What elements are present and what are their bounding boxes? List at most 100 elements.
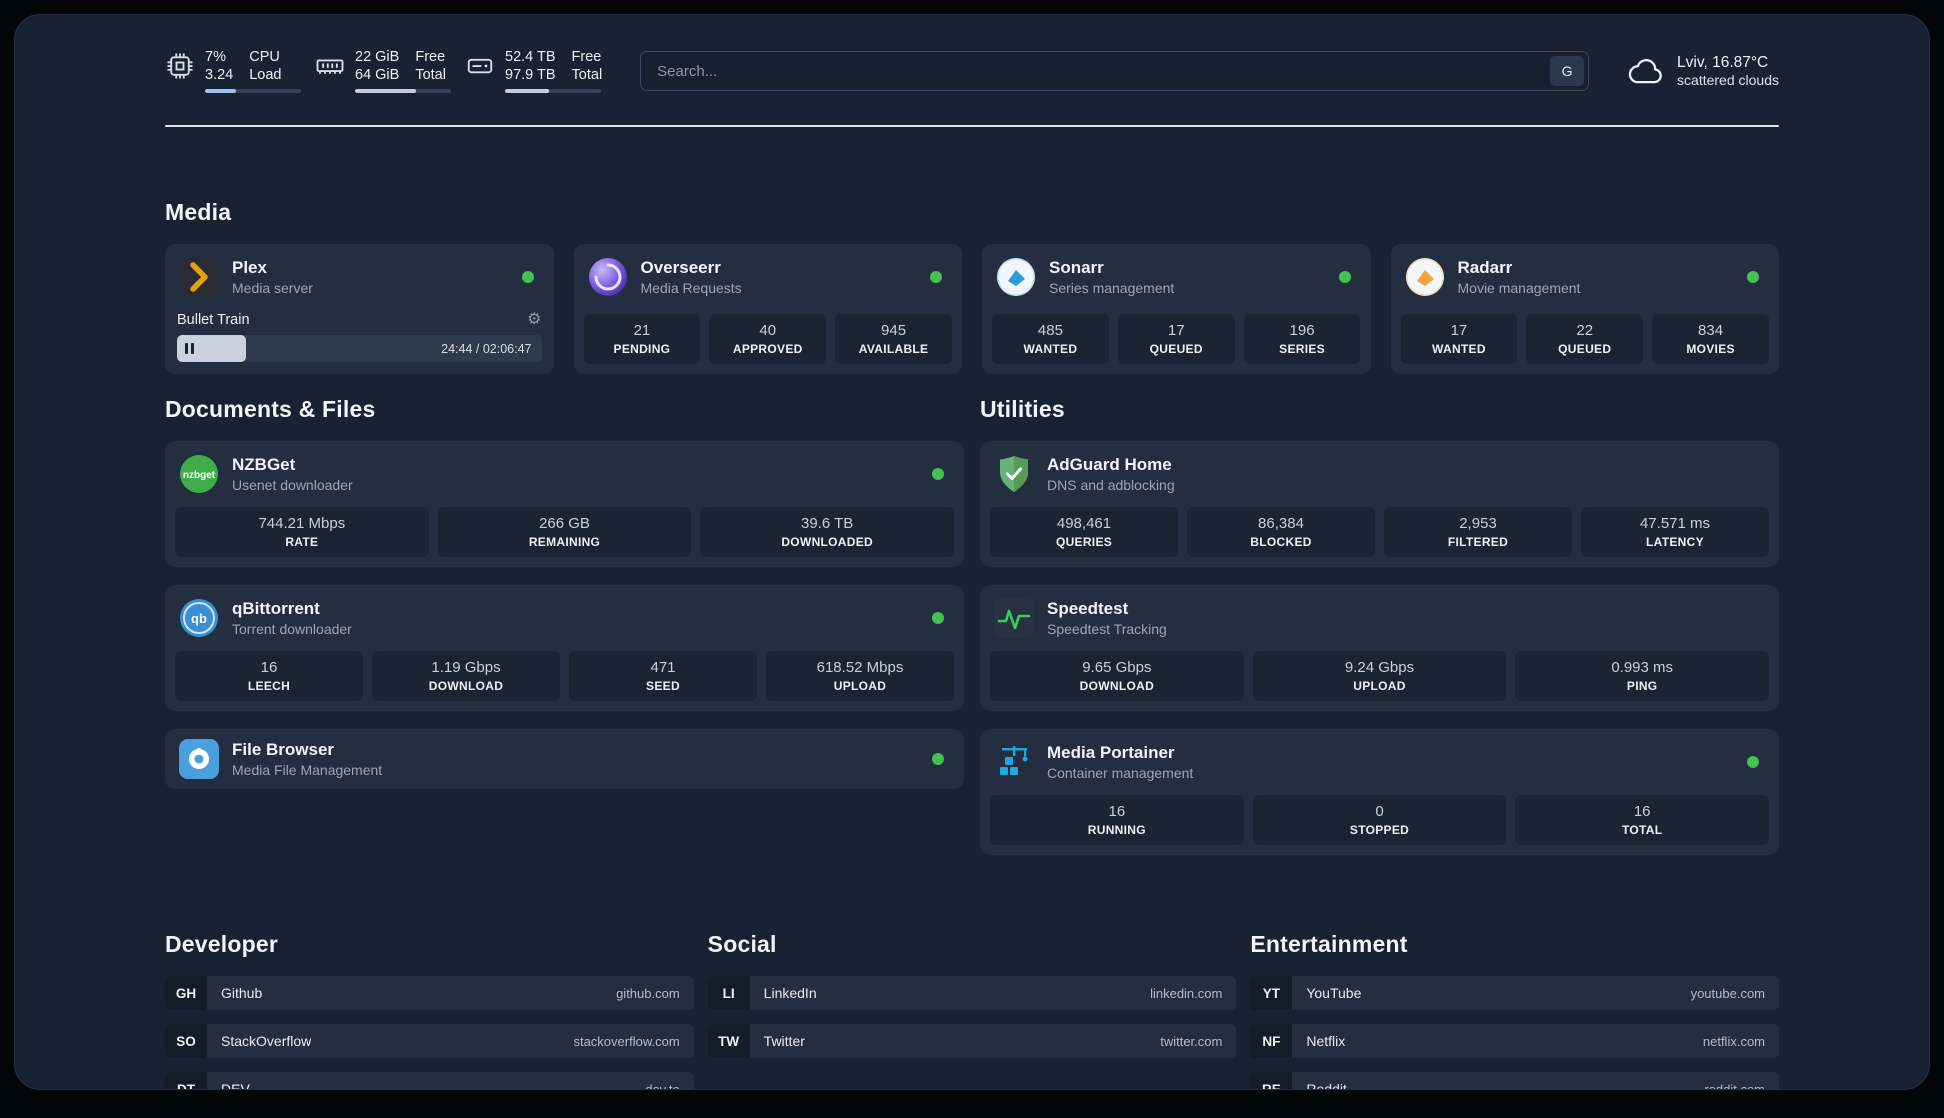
search-input[interactable] <box>640 51 1590 91</box>
stat-label: RATE <box>285 535 319 549</box>
link-name: Reddit <box>1306 1081 1347 1090</box>
stat-label: DOWNLOAD <box>428 679 504 693</box>
ram-free-label: Free <box>415 49 446 65</box>
stat-value: 9.65 Gbps <box>1082 659 1152 676</box>
stat-value: 498,461 <box>1056 515 1112 532</box>
svg-text:qb: qb <box>191 611 207 626</box>
disk-widget: 52.4 TB 97.9 TB Free Total <box>465 49 602 93</box>
speedtest-icon <box>994 598 1034 638</box>
disk-icon <box>465 51 495 81</box>
entertainment-section: Entertainment YT YouTube youtube.com NF … <box>1250 931 1780 1090</box>
stat-label: APPROVED <box>732 342 803 356</box>
link-reddit[interactable]: RE Reddit reddit.com <box>1250 1072 1780 1090</box>
link-name: DEV <box>221 1081 250 1090</box>
sonarr-card[interactable]: Sonarr Series management 485 WANTED 17 Q… <box>982 244 1371 374</box>
stat-tile: 2,953 FILTERED <box>1384 507 1572 557</box>
overseerr-icon <box>588 257 628 297</box>
link-dev[interactable]: DT DEV dev.to <box>165 1072 694 1090</box>
stat-label: LATENCY <box>1646 535 1704 549</box>
dev-icon: DT <box>165 1072 207 1089</box>
stat-value: 485 <box>1037 322 1063 339</box>
speedtest-card[interactable]: Speedtest Speedtest Tracking 9.65 Gbps D… <box>980 585 1779 711</box>
stat-value: 21 <box>633 322 651 339</box>
developer-section: Developer GH Github github.com SO StackO… <box>165 931 694 1090</box>
pause-button[interactable] <box>185 343 194 354</box>
gear-icon[interactable]: ⚙ <box>527 312 541 328</box>
radarr-icon <box>1405 257 1445 297</box>
link-stackoverflow[interactable]: SO StackOverflow stackoverflow.com <box>165 1024 694 1058</box>
weather-widget[interactable]: Lviv, 16.87°C scattered clouds <box>1625 54 1779 88</box>
stat-value: 9.24 Gbps <box>1344 659 1415 676</box>
nzbget-card[interactable]: nzbget NZBGet Usenet downloader 744.21 M… <box>165 441 964 567</box>
plex-card[interactable]: Plex Media server Bullet Train ⚙ 24:44 /… <box>165 244 554 374</box>
stat-value: 16 <box>1633 803 1651 820</box>
qbittorrent-card[interactable]: qb qBittorrent Torrent downloader 16 LEE… <box>165 585 964 711</box>
stat-value: 16 <box>260 659 278 676</box>
now-playing-title: Bullet Train <box>177 312 250 328</box>
cpu-load-label: Load <box>249 67 282 83</box>
ram-total-label: Total <box>415 67 446 83</box>
app-name: Overseerr <box>640 258 721 277</box>
status-dot <box>1747 756 1759 768</box>
app-subtitle: Media File Management <box>232 762 383 778</box>
search-engine-button[interactable]: G <box>1550 56 1585 86</box>
link-linkedin[interactable]: LI LinkedIn linkedin.com <box>707 976 1237 1010</box>
portainer-card[interactable]: Media Portainer Container management 16 … <box>980 729 1779 855</box>
stat-label: STOPPED <box>1349 823 1410 837</box>
stat-value: 196 <box>1289 322 1315 339</box>
stat-value: 22 <box>1576 322 1594 339</box>
cpu-label: CPU <box>249 49 280 65</box>
link-netflix[interactable]: NF Netflix netflix.com <box>1250 1024 1780 1058</box>
stat-value: 39.6 TB <box>801 515 854 532</box>
search-bar: G <box>640 51 1590 91</box>
cloud-icon <box>1625 55 1665 87</box>
stat-tile: 196 SERIES <box>1243 314 1361 364</box>
cpu-progress-bar <box>205 89 301 93</box>
disk-total-label: Total <box>571 67 603 83</box>
link-twitter[interactable]: TW Twitter twitter.com <box>707 1024 1237 1058</box>
stat-label: SEED <box>646 679 680 693</box>
filebrowser-icon <box>179 739 219 779</box>
stat-tile: 0.993 ms PING <box>1515 651 1770 701</box>
stat-value: 16 <box>1108 803 1126 820</box>
link-github[interactable]: GH Github github.com <box>165 976 694 1010</box>
stat-value: 2,953 <box>1459 515 1497 532</box>
ram-widget: 22 GiB 64 GiB Free Total <box>315 49 451 93</box>
app-subtitle: Movie management <box>1457 280 1581 296</box>
stat-label: WANTED <box>1432 342 1486 356</box>
stat-label: SERIES <box>1279 342 1325 356</box>
status-dot <box>1747 271 1759 283</box>
adguard-card[interactable]: AdGuard Home DNS and adblocking 498,461 … <box>980 441 1779 567</box>
stat-tile: 485 WANTED <box>992 314 1109 364</box>
stat-tile: 9.24 Gbps UPLOAD <box>1252 651 1507 701</box>
stat-label: RUNNING <box>1087 823 1146 837</box>
stat-label: DOWNLOADED <box>781 535 874 549</box>
documents-section: Documents & Files nzbget NZBGet Usenet d… <box>165 396 964 873</box>
twitter-icon: TW <box>707 1024 750 1058</box>
stat-tile: 16 LEECH <box>175 651 363 701</box>
stat-value: 945 <box>881 322 907 339</box>
link-url: stackoverflow.com <box>573 1033 680 1049</box>
playback-seek-bar[interactable]: 24:44 / 02:06:47 <box>177 335 542 362</box>
link-url: twitter.com <box>1160 1033 1223 1049</box>
link-name: Twitter <box>763 1033 805 1049</box>
link-name: YouTube <box>1306 985 1362 1001</box>
link-name: Netflix <box>1306 1033 1346 1049</box>
overseerr-card[interactable]: Overseerr Media Requests 21 PENDING 40 A… <box>573 244 962 374</box>
app-subtitle: Torrent downloader <box>232 621 352 637</box>
status-dot <box>932 753 944 765</box>
linkedin-icon: LI <box>707 976 750 1010</box>
app-subtitle: Media server <box>232 280 313 296</box>
svg-text:nzbget: nzbget <box>183 470 216 481</box>
github-icon: GH <box>165 976 207 1010</box>
app-name: Speedtest <box>1047 599 1129 618</box>
stat-tile: 9.65 Gbps DOWNLOAD <box>990 651 1244 701</box>
app-name: Radarr <box>1457 258 1513 277</box>
app-name: qBittorrent <box>232 599 320 618</box>
nzbget-icon: nzbget <box>179 454 219 494</box>
cpu-percent: 7% <box>205 49 226 65</box>
status-dot <box>932 468 944 480</box>
link-youtube[interactable]: YT YouTube youtube.com <box>1250 976 1780 1010</box>
radarr-card[interactable]: Radarr Movie management 17 WANTED 22 QUE… <box>1390 244 1779 374</box>
filebrowser-card[interactable]: File Browser Media File Management <box>165 729 964 789</box>
